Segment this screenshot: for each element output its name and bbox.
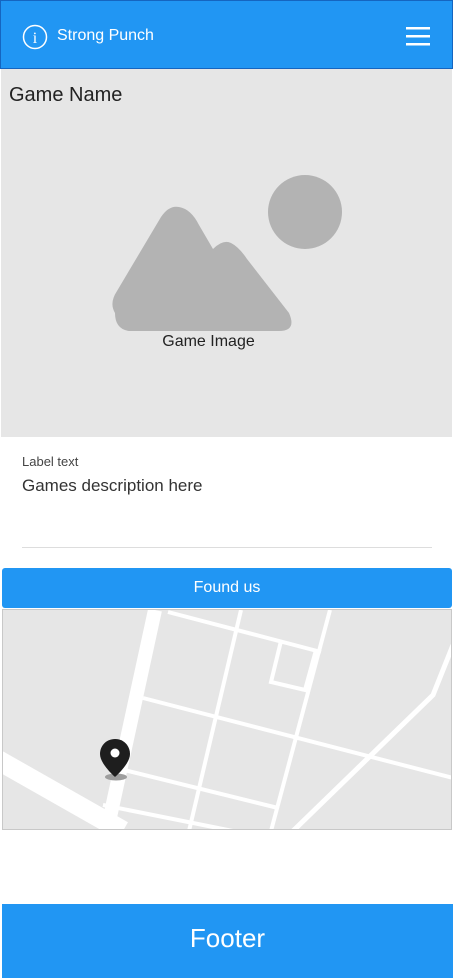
- map-streets: [3, 610, 451, 829]
- game-name: Game Name: [9, 84, 123, 106]
- map[interactable]: [2, 609, 452, 830]
- description-value[interactable]: Games description here: [22, 476, 202, 496]
- app-bar: i Strong Punch: [0, 0, 453, 69]
- footer: Footer: [2, 904, 453, 978]
- hamburger-menu-icon[interactable]: [406, 26, 430, 46]
- info-icon[interactable]: i: [22, 24, 48, 50]
- image-placeholder-icon: [112, 175, 342, 331]
- description-field[interactable]: Label text Games description here: [22, 452, 432, 548]
- found-us-button[interactable]: Found us: [2, 568, 452, 608]
- game-card: Game Name Game Image: [1, 69, 452, 437]
- svg-text:i: i: [33, 30, 38, 47]
- app-title: Strong Punch: [57, 27, 154, 44]
- map-pin-icon[interactable]: [99, 737, 131, 783]
- description-label: Label text: [22, 454, 79, 469]
- game-image-caption: Game Image: [162, 333, 255, 350]
